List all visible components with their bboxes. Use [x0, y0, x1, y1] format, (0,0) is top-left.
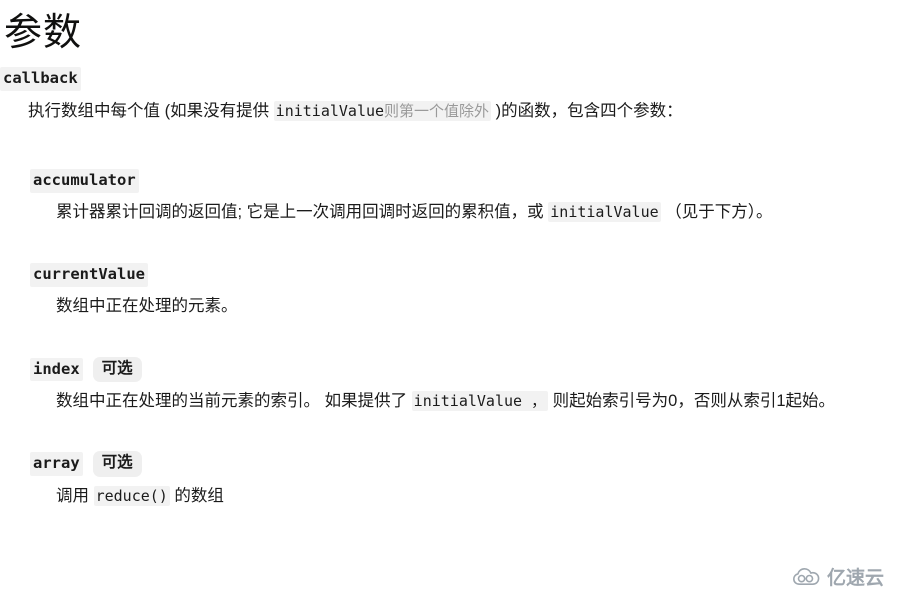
inline-code-text: initialValue	[275, 101, 385, 120]
page-title: 参数	[4, 12, 83, 54]
inline-code: initialValue ，	[411, 391, 549, 412]
optional-badge: 可选	[92, 356, 142, 383]
desc-text-pre: 数组中正在处理的当前元素的索引。 如果提供了	[56, 392, 412, 411]
desc-text-pre: 累计器累计回调的返回值; 它是上一次调用回调时返回的累积值，或	[56, 203, 549, 222]
param-description-accumulator: 累计器累计回调的返回值; 它是上一次调用回调时返回的累积值，或 initialV…	[0, 193, 898, 226]
parameters-definition-list: callback 执行数组中每个值 (如果没有提供 initialValue则第…	[0, 67, 898, 510]
inline-code: reduce()	[93, 485, 170, 506]
document-page: 参数 callback 执行数组中每个值 (如果没有提供 initialValu…	[0, 0, 898, 602]
param-name-label: array	[30, 452, 83, 476]
param-name-label: currentValue	[30, 262, 148, 287]
inline-code: initialValue	[548, 202, 661, 223]
desc-text-post: 的数组	[169, 486, 224, 505]
watermark: 亿速云	[792, 563, 884, 590]
param-term-callback: callback	[0, 67, 898, 91]
desc-text-post: )的函数，包含四个参数：	[491, 101, 683, 120]
param-term-index: index 可选	[0, 356, 898, 383]
sub-param-accumulator: accumulator 累计器累计回调的返回值; 它是上一次调用回调时返回的累积…	[0, 169, 898, 226]
param-term-accumulator: accumulator	[0, 169, 898, 194]
sub-param-currentvalue: currentValue 数组中正在处理的元素。	[0, 262, 898, 320]
cloud-logo-icon	[792, 567, 820, 585]
optional-badge: 可选	[92, 451, 142, 477]
param-name-label: callback	[0, 67, 81, 91]
param-name-label: accumulator	[30, 169, 139, 194]
sub-param-array: array 可选 调用 reduce() 的数组	[0, 451, 898, 510]
param-description-array: 调用 reduce() 的数组	[0, 477, 898, 510]
desc-text-pre: 数组中正在处理的元素。	[56, 296, 238, 315]
desc-text-pre: 执行数组中每个值 (如果没有提供	[28, 101, 274, 120]
desc-text-post: （见于下方）。	[660, 203, 773, 222]
sub-param-index: index 可选 数组中正在处理的当前元素的索引。 如果提供了 initialV…	[0, 356, 898, 416]
desc-text-post: 则起始索引号为0，否则从索引1起始。	[548, 392, 836, 411]
param-name-label: index	[30, 357, 83, 382]
param-description-index: 数组中正在处理的当前元素的索引。 如果提供了 initialValue ， 则起…	[0, 382, 898, 415]
inline-code: initialValue则第一个值除外	[273, 100, 492, 121]
watermark-text: 亿速云	[826, 568, 884, 589]
param-term-array: array 可选	[0, 451, 898, 477]
desc-text-pre: 调用	[56, 486, 94, 505]
param-description-callback: 执行数组中每个值 (如果没有提供 initialValue则第一个值除外 )的函…	[0, 91, 898, 125]
inline-code-muted-text: 则第一个值除外	[384, 102, 490, 120]
param-term-currentvalue: currentValue	[0, 262, 898, 287]
param-description-currentvalue: 数组中正在处理的元素。	[0, 287, 898, 320]
